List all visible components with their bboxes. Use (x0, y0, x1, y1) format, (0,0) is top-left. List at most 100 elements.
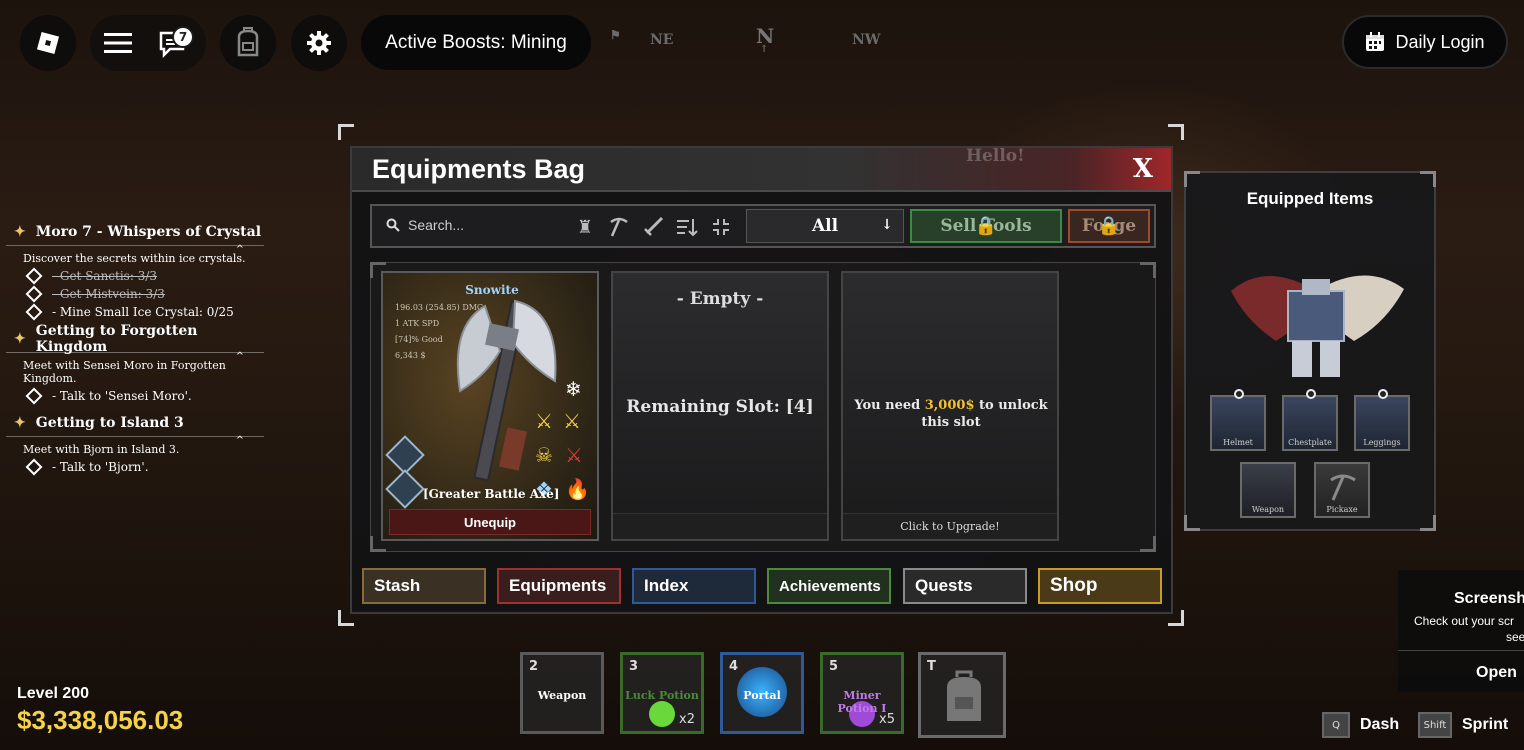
close-button[interactable]: X (1133, 154, 1153, 184)
filter-dropdown[interactable]: All ↓ (746, 209, 904, 243)
collapse-caret-icon[interactable]: ^ (236, 244, 244, 255)
stat-value: 6,343 $ (395, 351, 426, 360)
collapse-caret-icon[interactable]: ^ (236, 435, 244, 446)
bag-tabs: Stash Equipments Index Achievements Ques… (362, 568, 1162, 608)
screenshot-text: Check out your scr (1414, 614, 1515, 628)
backpack-icon (947, 670, 981, 721)
calendar-icon (1366, 32, 1385, 51)
roblox-menu-button[interactable] (20, 15, 76, 71)
hotbar-slot-portal[interactable]: 4 Portal (720, 652, 804, 734)
active-boosts-button[interactable]: Active Boosts: Mining (361, 15, 591, 70)
quest-title[interactable]: ✦ Getting to Forgotten Kingdom ^ (6, 323, 264, 362)
remaining-slots: Remaining Slot: [4] (626, 397, 814, 417)
sword-slash-icon: ⚔ (563, 409, 581, 433)
unlock-cost-text: You need 3,000$ to unlock this slot (854, 398, 1048, 430)
compass-nw: NW (852, 32, 881, 48)
hotbar-slot-miner-potion[interactable]: 5 Miner Potion I x5 (820, 652, 904, 734)
dash-key-icon: Q (1322, 712, 1350, 738)
lock-icon: 🔒 (974, 215, 998, 237)
task-diamond-icon (25, 387, 43, 405)
compass-ne: NE (650, 32, 674, 48)
slot-footer (613, 513, 827, 539)
task-diamond-icon (25, 285, 43, 303)
stat-quality: [74]% Good (395, 335, 443, 344)
helmet-filter-icon[interactable]: ♜ (572, 214, 598, 240)
compass-bar: ⚑ NE N ↑ NW (610, 24, 881, 55)
daily-login-button[interactable]: Daily Login (1342, 15, 1508, 69)
search-icon (386, 218, 400, 232)
lock-icon: 🔒 (1097, 215, 1121, 237)
weapon-slot[interactable]: Weapon (1240, 462, 1296, 518)
dash-label[interactable]: Dash (1360, 716, 1399, 734)
hotbar-slot-luck-potion[interactable]: 3 Luck Potion I x2 (620, 652, 704, 734)
quest-star-icon: ✦ (14, 330, 26, 347)
settings-button[interactable] (291, 15, 347, 71)
empty-slot[interactable]: - Empty - Remaining Slot: [4] (611, 271, 829, 541)
pickaxe-icon (1330, 474, 1356, 501)
tab-shop[interactable]: Shop (1038, 568, 1162, 604)
hello-chat-bubble: Hello! (966, 146, 1025, 166)
equipped-items-panel: Equipped Items Helmet Chestplate Legging… (1184, 171, 1436, 531)
gear-icon (307, 31, 331, 55)
backpack-button[interactable] (220, 15, 276, 71)
hotbar-slot-backpack[interactable]: T (918, 652, 1006, 738)
collapse-icon[interactable] (708, 214, 734, 240)
quest-title[interactable]: ✦ Getting to Island 3 ^ (6, 409, 264, 446)
quest-desc: Meet with Bjorn in Island 3. (23, 443, 180, 456)
divider (1398, 650, 1524, 651)
potion-icon (649, 701, 675, 727)
tab-stash[interactable]: Stash (362, 568, 486, 604)
screenshot-open-button[interactable]: Open (1476, 664, 1517, 682)
tab-index[interactable]: Index (632, 568, 756, 604)
forge-button[interactable]: Forge 🔒 (1068, 209, 1150, 243)
collapse-caret-icon[interactable]: ^ (236, 351, 244, 362)
screenshot-text-2: see (1506, 630, 1524, 644)
bag-title: Equipments Bag (372, 154, 586, 184)
unequip-button[interactable]: Unequip (389, 509, 591, 535)
helmet-slot[interactable]: Helmet (1210, 389, 1266, 451)
sell-tools-button[interactable]: Sell Tools 🔒 (910, 209, 1062, 243)
search-input[interactable]: Search... (408, 217, 464, 233)
upgrade-button[interactable]: Click to Upgrade! (843, 513, 1057, 539)
item-name: [Greater Battle Axe] (423, 487, 560, 501)
sword-filter-icon[interactable] (640, 214, 666, 240)
snowflake-icon: ❄ (565, 377, 582, 401)
bag-toolbar: Search... ♜ All ↓ Sell Tools 🔒 Forge 🔒 (370, 204, 1156, 248)
arrow-down-icon: ↓ (881, 217, 893, 233)
player-money: $3,338,056.03 (17, 705, 184, 735)
equipments-bag-window: Equipments Bag X Search... ♜ All ↓ Sell … (350, 146, 1173, 614)
blood-sword-icon: ⚔ (565, 443, 583, 467)
chat-notification-badge: 7 (172, 26, 194, 48)
quest-tracker: ✦ Moro 7 - Whispers of Crystal ^ Discover … (6, 218, 264, 476)
empty-slot-title: - Empty - (676, 289, 764, 309)
task-diamond-icon (25, 303, 43, 321)
unlock-cost: 3,000$ (924, 398, 975, 413)
rune-slot-icon[interactable] (385, 469, 425, 509)
tab-equipments[interactable]: Equipments (497, 568, 621, 604)
fire-icon: 🔥 (565, 477, 590, 501)
slots-area: Snowite 196.03 (254.85) DMG 1 ATK SPD [7… (370, 262, 1156, 552)
hotbar-slot-weapon[interactable]: 2 Weapon (520, 652, 604, 734)
pin-icon (1306, 389, 1316, 399)
quest-title[interactable]: ✦ Moro 7 - Whispers of Crystal ^ (6, 218, 264, 255)
equipped-weapon-slot[interactable]: Snowite 196.03 (254.85) DMG 1 ATK SPD [7… (381, 271, 599, 541)
locked-slot[interactable]: You need 3,000$ to unlock this slot Clic… (841, 271, 1059, 541)
quest-task: - Talk to 'Bjorn'. (6, 458, 264, 476)
character-avatar (1231, 275, 1404, 377)
swords-icon: ⚔ (535, 409, 553, 433)
leggings-slot[interactable]: Leggings (1354, 389, 1410, 451)
equipped-items-title: Equipped Items (1246, 189, 1374, 208)
sort-icon[interactable] (674, 214, 700, 240)
chestplate-slot[interactable]: Chestplate (1282, 389, 1338, 451)
quest-task: - Mine Small Ice Crystal: 0/25 (6, 303, 264, 321)
tab-quests[interactable]: Quests (903, 568, 1027, 604)
sprint-label[interactable]: Sprint (1462, 716, 1508, 734)
pickaxe-slot[interactable]: Pickaxe (1314, 462, 1370, 518)
backpack-icon (237, 27, 259, 57)
quest-desc: Meet with Sensei Moro in Forgotten Kingd… (23, 359, 226, 385)
player-level: Level 200 (17, 685, 90, 702)
stat-atk-spd: 1 ATK SPD (395, 319, 440, 328)
tab-achievements[interactable]: Achievements (767, 568, 891, 604)
pickaxe-filter-icon[interactable] (606, 214, 632, 240)
hamburger-menu-icon[interactable] (104, 30, 132, 56)
